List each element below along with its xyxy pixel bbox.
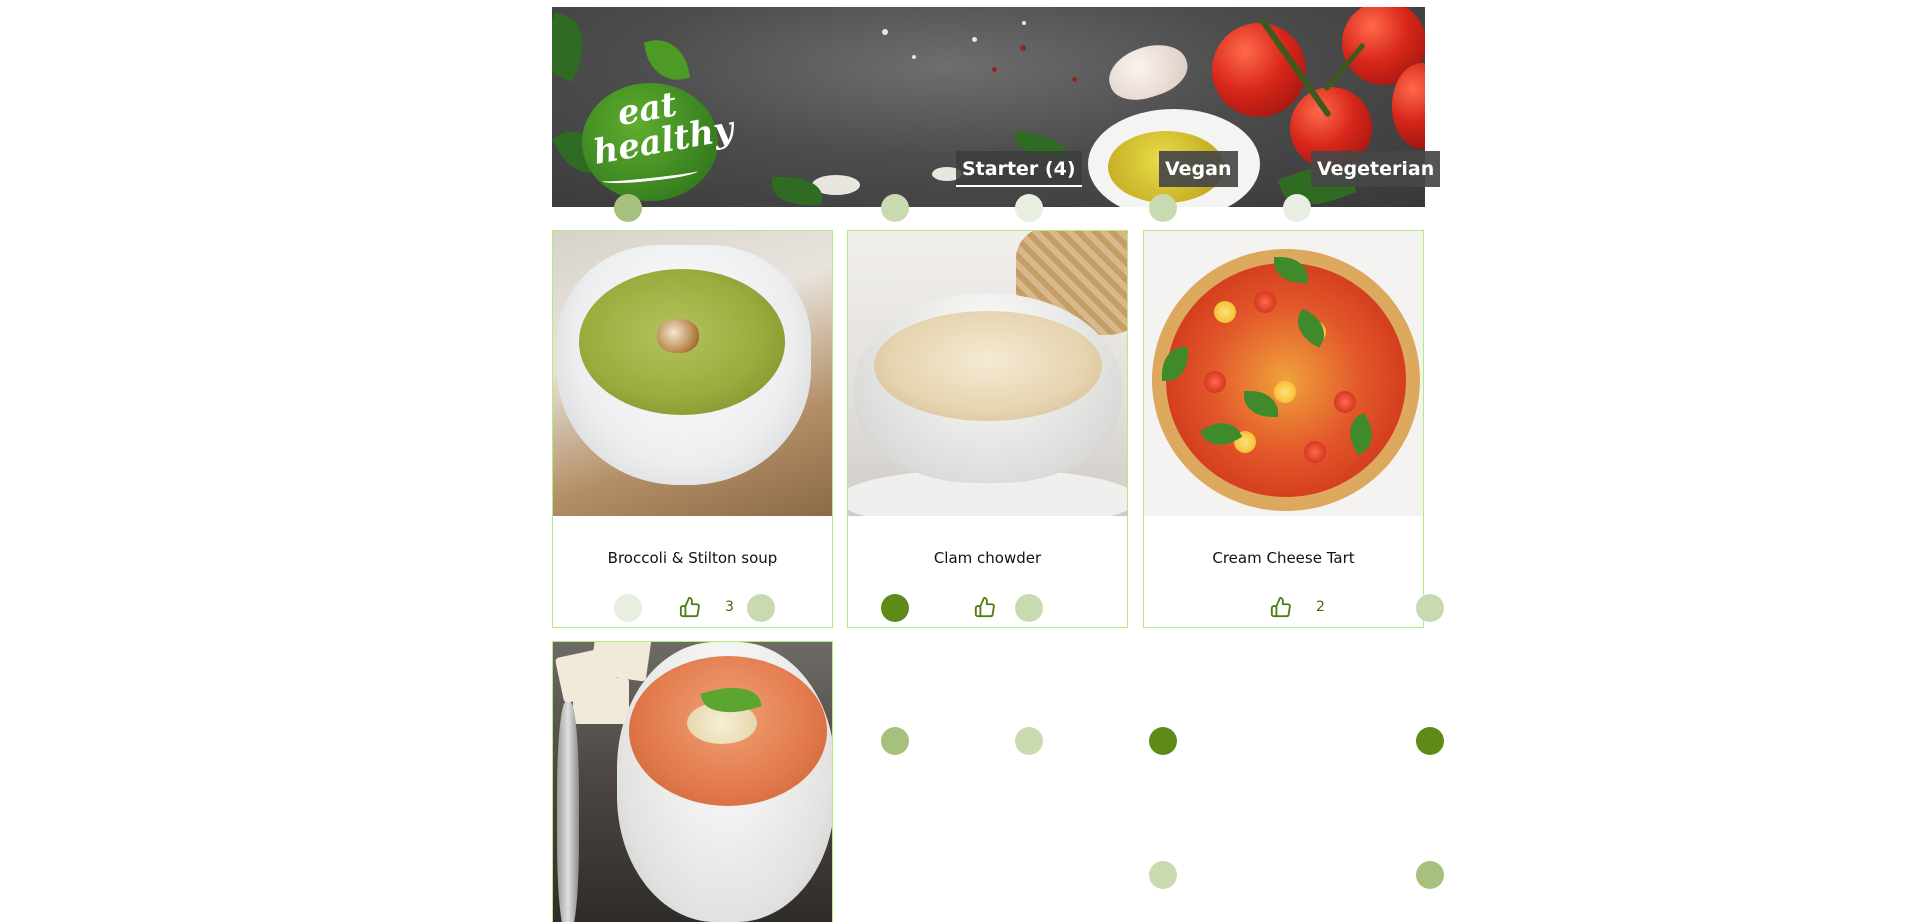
decorative-dot — [1149, 194, 1177, 222]
page: eat healthy Starter (4) Vegan Vegeterian… — [0, 0, 1908, 922]
recipe-card[interactable] — [552, 641, 833, 922]
like-control: 3 — [679, 596, 734, 618]
recipe-title[interactable]: Broccoli & Stilton soup — [553, 549, 832, 567]
thumbs-up-icon[interactable] — [1270, 596, 1292, 618]
decorative-dot — [1416, 594, 1444, 622]
tab-starter[interactable]: Starter (4) — [956, 151, 1082, 187]
decorative-dot — [614, 594, 642, 622]
recipe-card[interactable]: Cream Cheese Tart 2 — [1143, 230, 1424, 628]
recipe-photo-clam-chowder[interactable] — [848, 231, 1127, 516]
recipe-card[interactable]: Broccoli & Stilton soup 3 — [552, 230, 833, 628]
recipe-title[interactable]: Cream Cheese Tart — [1144, 549, 1423, 567]
like-control: 2 — [1270, 596, 1325, 618]
decorative-dot — [1283, 194, 1311, 222]
decorative-dot — [1015, 194, 1043, 222]
decorative-dot — [1416, 861, 1444, 889]
recipe-photo-tomato-tart[interactable] — [1144, 231, 1423, 516]
decorative-dot — [1149, 861, 1177, 889]
decorative-dot — [1015, 594, 1043, 622]
recipe-photo-tomato-soup[interactable] — [553, 642, 832, 922]
decorative-dot — [1149, 727, 1177, 755]
like-count: 2 — [1316, 599, 1325, 615]
decorative-dot — [1416, 727, 1444, 755]
thumbs-up-icon[interactable] — [679, 596, 701, 618]
decorative-dot — [881, 194, 909, 222]
decorative-dot — [747, 594, 775, 622]
like-count: 3 — [725, 599, 734, 615]
recipe-photo-broccoli-soup[interactable] — [553, 231, 832, 516]
tab-vegan[interactable]: Vegan — [1159, 151, 1238, 187]
thumbs-up-icon[interactable] — [974, 596, 996, 618]
recipe-card[interactable]: Clam chowder 6 — [847, 230, 1128, 628]
decorative-dot — [1015, 727, 1043, 755]
decorative-dot — [881, 594, 909, 622]
recipe-title[interactable]: Clam chowder — [848, 549, 1127, 567]
decorative-dot — [881, 727, 909, 755]
decorative-dot — [614, 194, 642, 222]
tab-vegetarian[interactable]: Vegeterian — [1311, 151, 1441, 187]
